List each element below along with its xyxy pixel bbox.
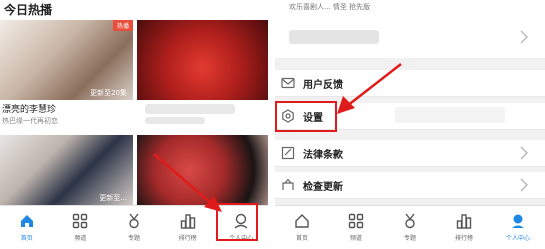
highlight-box-settings <box>275 101 337 132</box>
video-subtitle: 热巴缘一代再初恋 <box>2 117 58 125</box>
ranking-icon <box>455 212 473 230</box>
section-title: 今日热播 <box>4 3 53 17</box>
tab-topics[interactable]: 专题 <box>383 206 437 249</box>
tab-label: 首页 <box>295 235 308 242</box>
tab-ranking[interactable]: 排行榜 <box>437 206 491 249</box>
chevron-right-icon <box>520 146 529 160</box>
blurred-subtitle <box>145 117 205 124</box>
episode-overlay: 更新至20集 <box>90 89 127 97</box>
episode-overlay: 更新至... <box>99 194 127 202</box>
tab-channel[interactable]: 频道 <box>329 206 383 249</box>
blurred-area <box>395 107 505 123</box>
profile-icon <box>509 212 527 230</box>
update-icon <box>282 178 294 190</box>
chevron-right-icon <box>520 30 529 44</box>
tab-label: 专题 <box>127 235 140 242</box>
tab-label: 频道 <box>349 235 362 242</box>
video-thumbnail[interactable] <box>137 20 268 100</box>
history-strip: 欢乐喜剧人... 情圣 抢先版 <box>275 0 545 16</box>
tab-label: 频道 <box>74 235 87 242</box>
feedback-icon <box>281 77 295 89</box>
annotation-arrow <box>337 63 402 114</box>
video-title[interactable]: 漂亮的李慧珍 <box>2 102 56 115</box>
home-icon <box>18 212 36 230</box>
legal-icon <box>281 146 295 160</box>
grid-icon <box>347 212 365 230</box>
tab-home[interactable]: 首页 <box>0 206 54 249</box>
grid-icon <box>71 212 89 230</box>
screen-divider <box>268 0 275 249</box>
tab-label: 首页 <box>20 235 33 242</box>
chevron-right-icon <box>520 178 529 192</box>
profile-screen: 欢乐喜剧人... 情圣 抢先版 用户反馈 设置 法律条款 检查更新 首页 频道 … <box>275 0 545 249</box>
menu-item-feedback[interactable]: 用户反馈 <box>275 70 545 97</box>
blurred-account <box>289 30 379 44</box>
tab-label: 排行榜 <box>178 235 197 242</box>
video-card[interactable]: 更新至... <box>0 135 133 205</box>
account-row[interactable] <box>275 16 545 58</box>
tab-label: 专题 <box>403 235 416 242</box>
menu-label: 检查更新 <box>303 182 343 193</box>
annotation-arrow <box>153 153 222 212</box>
menu-label: 法律条款 <box>303 150 343 161</box>
tab-channel[interactable]: 频道 <box>54 206 108 249</box>
menu-item-legal[interactable]: 法律条款 <box>275 140 545 167</box>
home-screen: 今日热播 热播 更新至20集 漂亮的李慧珍 热巴缘一代再初恋 更新至... 首页… <box>0 0 268 249</box>
video-card[interactable]: 热播 更新至20集 漂亮的李慧珍 热巴缘一代再初恋 <box>0 20 133 130</box>
tab-label: 个人中心 <box>505 235 530 242</box>
bottom-tab-bar: 首页 频道 专题 排行榜 个人中心 <box>275 205 545 249</box>
watch-history-text: 欢乐喜剧人... 情圣 抢先版 <box>289 3 371 11</box>
tab-label: 排行榜 <box>454 235 473 242</box>
medal-icon <box>125 212 143 230</box>
medal-icon <box>401 212 419 230</box>
hot-badge: 热播 <box>112 20 133 31</box>
home-icon <box>293 212 311 230</box>
tab-profile[interactable]: 个人中心 <box>491 206 545 249</box>
tab-home[interactable]: 首页 <box>275 206 329 249</box>
blurred-title <box>145 104 235 114</box>
menu-item-check-update[interactable]: 检查更新 <box>275 172 545 199</box>
video-card[interactable] <box>137 20 268 130</box>
